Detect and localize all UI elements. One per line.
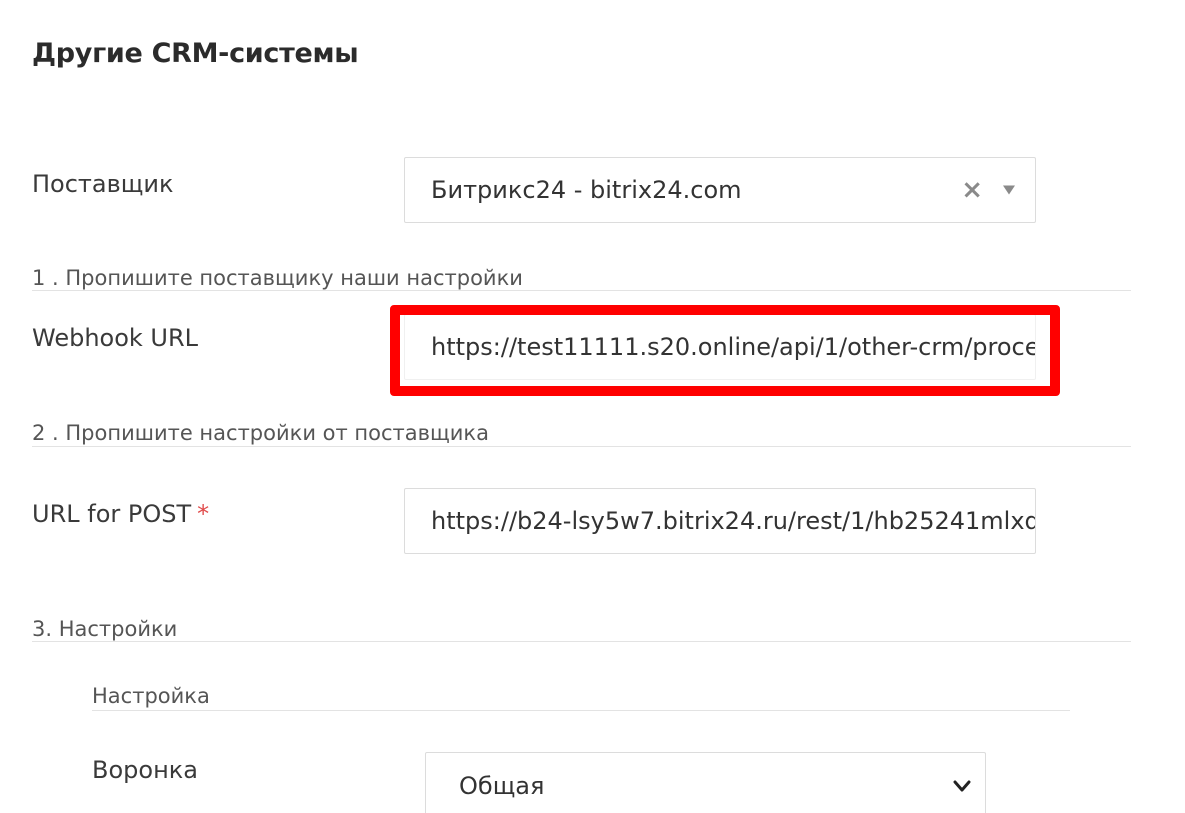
provider-select-value: Битрикс24 - bitrix24.com (431, 176, 742, 204)
webhook-url-field[interactable]: https://test11111.s20.online/api/1/other… (404, 314, 1036, 380)
required-mark: * (197, 500, 210, 528)
section-1-title: 1 . Пропишите поставщику наши настройки (32, 266, 523, 290)
page-title: Другие CRM-системы (32, 38, 359, 69)
post-url-label-text: URL for POST (32, 500, 192, 528)
section-3-title: 3. Настройки (32, 617, 178, 641)
section-2-title: 2 . Пропишите настройки от поставщика (32, 421, 489, 445)
provider-select[interactable]: Битрикс24 - bitrix24.com × (404, 157, 1036, 223)
subsection-divider (92, 710, 1070, 711)
subsection-title: Настройка (92, 684, 210, 708)
post-url-value: https://b24-lsy5w7.bitrix24.ru/rest/1/hb… (431, 507, 1036, 535)
section-1-divider (32, 290, 1131, 291)
section-3-divider (32, 641, 1131, 642)
chevron-down-icon[interactable] (951, 775, 973, 797)
funnel-select-value: Общая (459, 772, 545, 800)
provider-label: Поставщик (32, 170, 174, 198)
webhook-url-label: Webhook URL (32, 324, 199, 352)
funnel-select[interactable]: Общая (425, 752, 986, 813)
caret-down-icon[interactable] (1003, 185, 1015, 195)
post-url-label: URL for POST * (32, 500, 209, 528)
webhook-url-value: https://test11111.s20.online/api/1/other… (431, 333, 1036, 361)
post-url-input[interactable]: https://b24-lsy5w7.bitrix24.ru/rest/1/hb… (404, 488, 1036, 554)
crm-settings-page: Другие CRM-системы Поставщик Битрикс24 -… (0, 0, 1185, 813)
section-2-divider (32, 446, 1131, 447)
close-icon[interactable]: × (961, 177, 983, 203)
funnel-label: Воронка (92, 756, 198, 784)
